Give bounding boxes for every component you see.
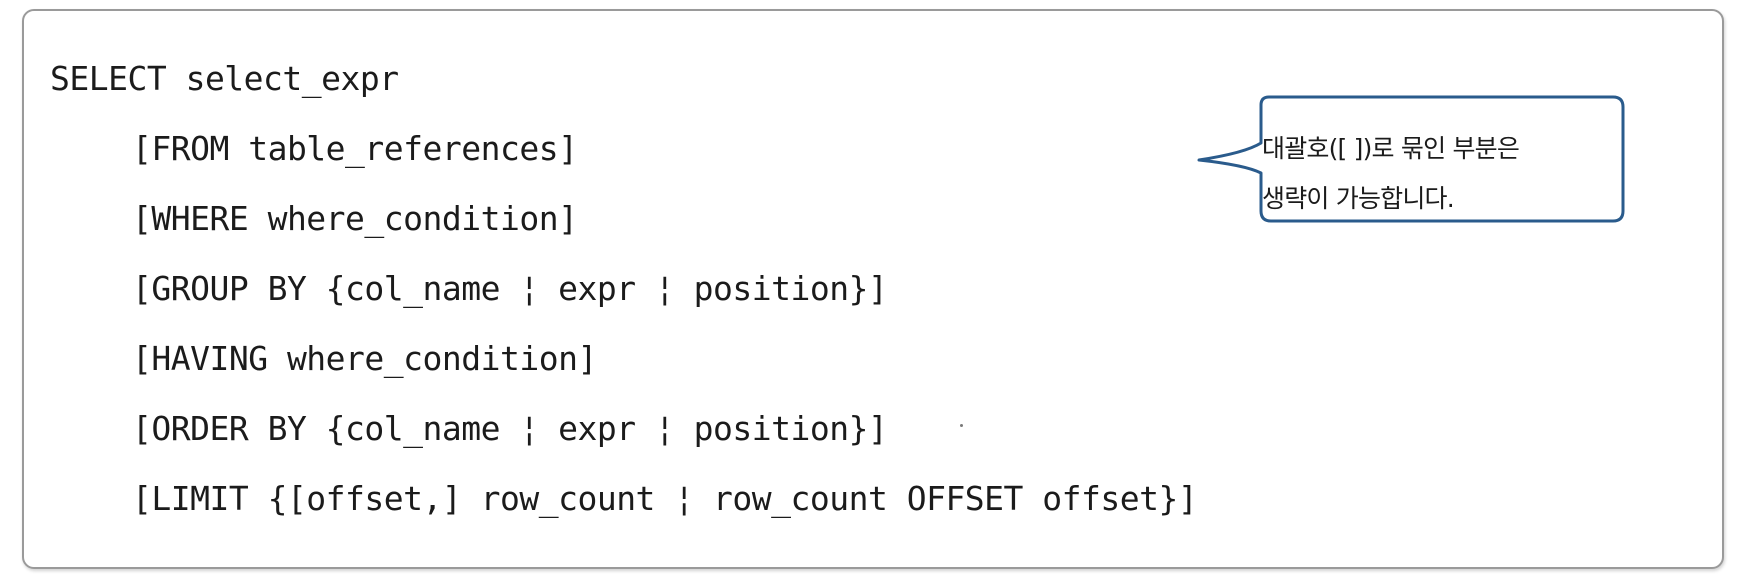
callout-text-line-2: 생략이 가능합니다. [1262,184,1455,213]
callout-text-line-1: 대괄호([ ])로 묶인 부분은 [1262,134,1520,163]
code-line-from: [FROM table_references] [132,129,578,168]
code-line-select: SELECT select_expr [50,59,399,98]
select-syntax-code: SELECT select_expr [FROM table_reference… [50,44,1198,534]
code-line-where: [WHERE where_condition] [132,199,578,238]
code-line-having: [HAVING where_condition] [132,339,597,378]
code-line-group-by: [GROUP BY {col_name ¦ expr ¦ position}] [132,269,888,308]
code-line-limit: [LIMIT {[offset,] row_count ¦ row_count … [132,479,1198,518]
stray-dot [960,424,963,427]
callout-text: 대괄호([ ])로 묶인 부분은 생략이 가능합니다. [1262,124,1602,224]
code-line-order-by: [ORDER BY {col_name ¦ expr ¦ position}] [132,409,888,448]
